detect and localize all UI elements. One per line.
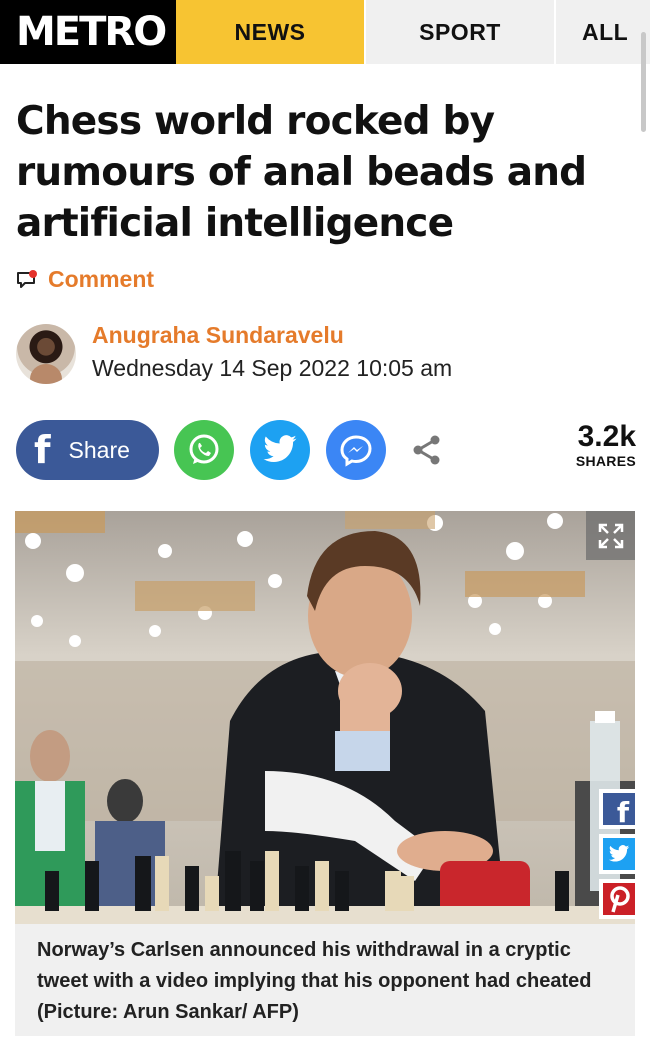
share-button[interactable] bbox=[404, 427, 450, 473]
facebook-share-button[interactable]: f Share bbox=[16, 420, 159, 480]
image-caption: Norway’s Carlsen announced his withdrawa… bbox=[15, 924, 635, 1036]
comment-link[interactable]: Comment bbox=[16, 266, 154, 293]
svg-text:f: f bbox=[617, 796, 630, 825]
twitter-icon bbox=[603, 838, 635, 870]
article-photo[interactable] bbox=[15, 511, 635, 924]
messenger-icon bbox=[340, 435, 372, 467]
author-block: Anugraha Sundaravelu Wednesday 14 Sep 20… bbox=[16, 322, 453, 384]
expand-icon bbox=[598, 523, 623, 548]
metro-logo[interactable]: METRO bbox=[0, 0, 176, 64]
whatsapp-icon bbox=[189, 434, 219, 464]
tab-all[interactable]: ALL bbox=[556, 0, 650, 64]
comment-icon bbox=[17, 269, 37, 288]
pinterest-icon bbox=[603, 883, 635, 915]
share-bar: f Share 3.2k SHARES bbox=[16, 419, 636, 481]
twitter-icon bbox=[263, 435, 297, 463]
facebook-icon: f bbox=[603, 793, 635, 825]
facebook-icon: f bbox=[34, 428, 51, 472]
tab-news[interactable]: NEWS bbox=[176, 0, 366, 64]
twitter-share-button[interactable] bbox=[250, 420, 310, 480]
top-nav: METRO NEWS SPORT ALL bbox=[0, 0, 650, 64]
messenger-share-button[interactable] bbox=[326, 420, 386, 480]
photo-illustration bbox=[15, 511, 635, 924]
share-count-value: 3.2k bbox=[577, 420, 636, 453]
author-name[interactable]: Anugraha Sundaravelu bbox=[92, 322, 452, 349]
image-pinterest-share-button[interactable] bbox=[599, 879, 639, 919]
article-headline: Chess world rocked by rumours of anal be… bbox=[16, 99, 587, 246]
tab-sport[interactable]: SPORT bbox=[366, 0, 556, 64]
image-twitter-share-button[interactable] bbox=[599, 834, 639, 874]
share-count: 3.2k SHARES bbox=[575, 420, 636, 470]
share-icon bbox=[413, 435, 440, 465]
comment-label: Comment bbox=[48, 266, 155, 292]
author-avatar[interactable] bbox=[16, 324, 76, 384]
image-facebook-share-button[interactable]: f bbox=[599, 789, 639, 829]
share-count-label: SHARES bbox=[575, 453, 636, 469]
expand-image-button[interactable] bbox=[586, 511, 635, 560]
facebook-share-label: Share bbox=[68, 436, 130, 463]
publish-date: Wednesday 14 Sep 2022 10:05 am bbox=[92, 355, 453, 381]
scrollbar[interactable] bbox=[641, 32, 646, 132]
whatsapp-share-button[interactable] bbox=[174, 420, 234, 480]
